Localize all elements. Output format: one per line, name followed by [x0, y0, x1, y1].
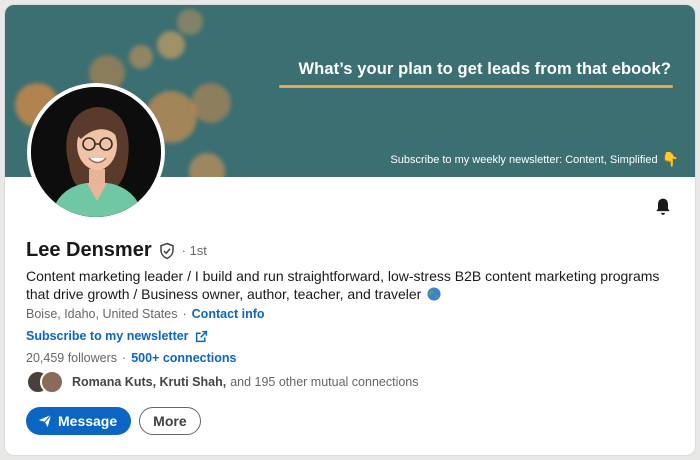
banner-headline: What’s your plan to get leads from that … [298, 60, 671, 78]
message-button-label: Message [58, 413, 118, 429]
more-button-label: More [153, 413, 187, 429]
pointing-down-icon: 👇 [661, 151, 679, 167]
dot-separator: · [182, 307, 187, 321]
mutual-connections-row[interactable]: Romana Kuts, Kruti Shah, and 195 other m… [26, 369, 419, 395]
mutual-connection-names[interactable]: Romana Kuts, Kruti Shah, [72, 375, 226, 389]
profile-photo-image [31, 87, 161, 217]
banner-underline [279, 85, 673, 88]
location-row: Boise, Idaho, United States · Contact in… [26, 307, 265, 321]
contact-info-link[interactable]: Contact info [192, 307, 265, 321]
external-link-icon[interactable] [195, 330, 208, 343]
globe-icon [427, 287, 441, 301]
profile-actions: Message More [26, 407, 201, 435]
name-row: Lee Densmer · 1st [26, 239, 207, 262]
location: Boise, Idaho, United States [26, 307, 178, 321]
bokeh-light [129, 45, 153, 69]
profile-headline-text: Content marketing leader / I build and r… [26, 268, 660, 302]
bokeh-light [191, 83, 231, 123]
more-button[interactable]: More [139, 407, 201, 435]
message-button[interactable]: Message [26, 407, 132, 435]
followers-row: 20,459 followers · 500+ connections [26, 351, 236, 365]
connections-link[interactable]: 500+ connections [131, 351, 236, 365]
banner-subtext-row: Subscribe to my weekly newsletter: Conte… [390, 151, 679, 168]
connection-degree: · 1st [181, 243, 207, 258]
portrait-illustration [31, 87, 161, 217]
followers-count[interactable]: 20,459 followers [26, 351, 117, 365]
avatar [40, 370, 64, 394]
bokeh-light [157, 31, 185, 59]
profile-name: Lee Densmer [26, 239, 152, 261]
newsletter-link[interactable]: Subscribe to my newsletter [26, 329, 189, 343]
mutual-connection-count: and 195 other mutual connections [230, 375, 419, 389]
verified-shield-icon[interactable] [158, 242, 176, 260]
profile-photo[interactable] [27, 83, 165, 221]
profile-headline: Content marketing leader / I build and r… [26, 267, 686, 303]
profile-card: What’s your plan to get leads from that … [4, 4, 696, 456]
send-icon [38, 414, 52, 428]
bokeh-light [189, 153, 225, 177]
dot-separator: · [122, 351, 127, 365]
newsletter-row[interactable]: Subscribe to my newsletter [26, 329, 208, 343]
banner-subtext: Subscribe to my weekly newsletter: Conte… [390, 153, 658, 166]
mutual-avatars [26, 370, 66, 394]
bokeh-light [177, 9, 203, 35]
bell-icon[interactable] [653, 197, 673, 217]
